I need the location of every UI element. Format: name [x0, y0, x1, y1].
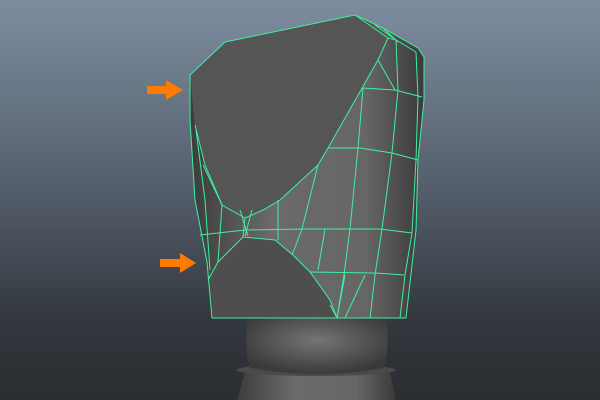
- arrow-right-icon: [147, 80, 183, 100]
- selected-mesh[interactable]: [189, 14, 425, 319]
- pedestal-dome: [246, 318, 388, 374]
- arrow-right-icon: [160, 253, 196, 273]
- scene: [147, 14, 425, 400]
- pedestal: [236, 318, 396, 400]
- 3d-viewport[interactable]: [0, 0, 600, 400]
